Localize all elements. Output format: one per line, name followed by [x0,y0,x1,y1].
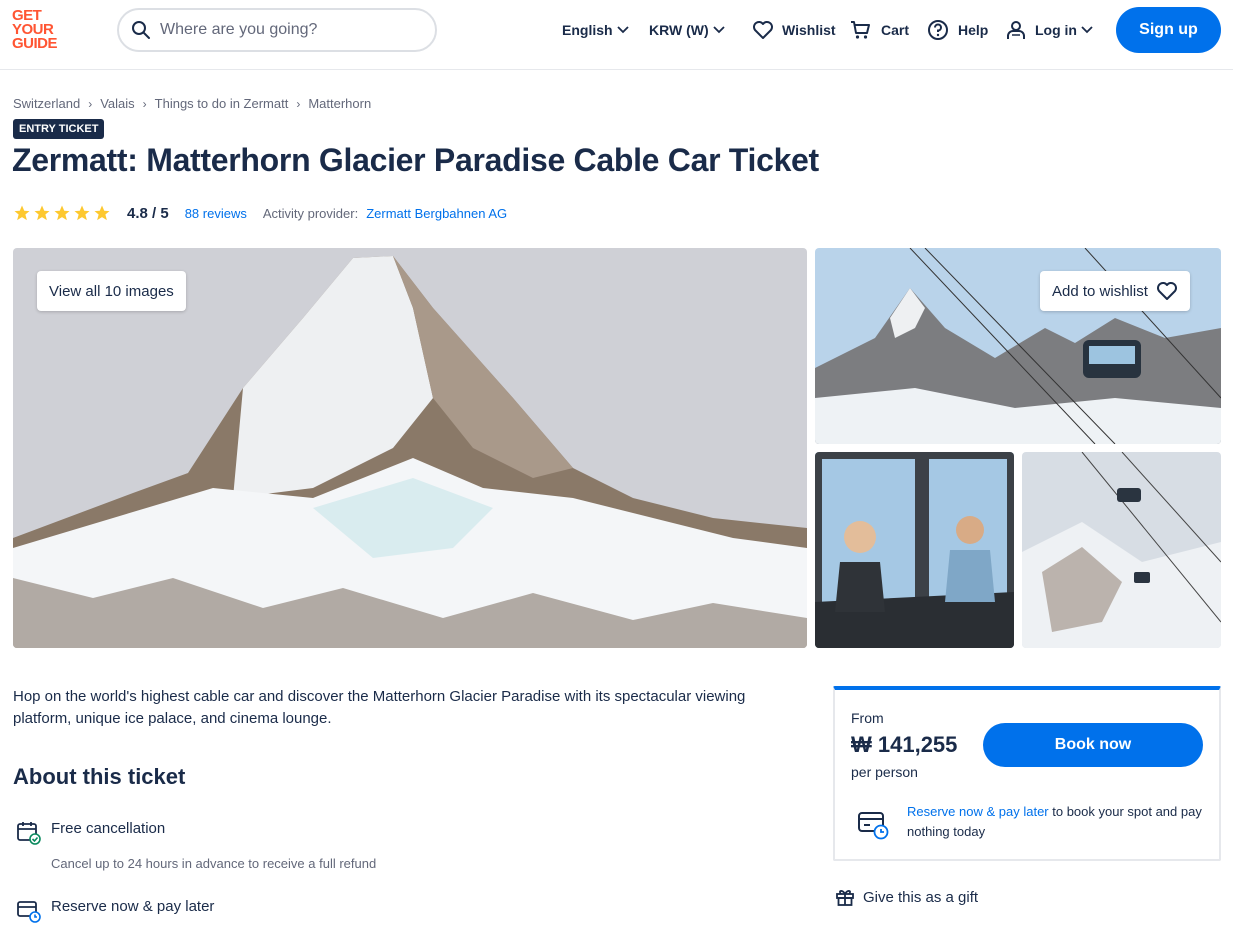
search-icon [132,21,150,39]
chevron-right-icon: › [296,96,301,111]
card-clock-icon [858,812,889,840]
price-per-label: per person [851,764,918,780]
page-title: Zermatt: Matterhorn Glacier Paradise Cab… [12,142,819,178]
give-as-gift-link[interactable]: Give this as a gift [835,887,978,907]
provider-label: Activity provider: [262,205,359,221]
star-icon [94,205,110,221]
breadcrumb: Switzerland › Valais › Things to do in Z… [13,96,371,111]
breadcrumb-item[interactable]: Valais [100,96,134,111]
cart-icon [851,21,870,39]
heart-icon [1156,282,1177,300]
chevron-down-icon [1081,26,1093,34]
image-couple-in-gondola[interactable] [815,452,1014,648]
reviews-link[interactable]: 88 reviews [185,206,247,221]
cart-link[interactable]: Cart [850,0,909,60]
top-header: GET YOUR GUIDE English KRW (W) Wishlist … [0,0,1233,70]
star-icon [14,205,30,221]
gift-icon [836,890,854,906]
card-clock-icon [17,901,41,923]
star-icon [34,205,50,221]
chevron-right-icon: › [88,96,93,111]
feature-reserve-now-pay-later: Reserve now & pay later [16,898,214,923]
reserve-pay-later-note: Reserve now & pay later to book your spo… [907,804,1202,839]
feature-free-cancellation: Free cancellation [16,820,165,845]
image-gondola-snowy-ridge[interactable] [1022,452,1221,648]
price-value: ₩ 141,255 [851,732,958,757]
feature-title: Free cancellation [51,820,166,837]
help-icon [928,20,948,40]
star-icon [74,205,90,221]
add-to-wishlist-button[interactable]: Add to wishlist [1040,271,1190,311]
star-icon [54,205,70,221]
entry-ticket-badge: ENTRY TICKET [13,119,105,139]
getyourguide-logo[interactable]: GET YOUR GUIDE [12,8,72,51]
view-all-images-button[interactable]: View all 10 images [37,271,186,311]
breadcrumb-item[interactable]: Things to do in Zermatt [155,96,289,111]
help-link[interactable]: Help [927,0,988,60]
price-from-label: From [851,710,884,726]
heart-icon [753,21,773,39]
about-section-title: About this ticket [13,764,186,789]
search-input[interactable] [160,21,400,39]
search-bar[interactable] [117,8,437,52]
user-icon [1007,21,1025,39]
login-menu[interactable]: Log in [1005,0,1093,60]
chevron-down-icon [616,26,629,34]
booking-panel: From ₩ 141,255 per person Book now Reser… [833,686,1221,861]
book-now-button[interactable]: Book now [983,723,1203,767]
rating-score: 4.8 / 5 [127,204,169,222]
signup-button[interactable]: Sign up [1116,7,1221,53]
breadcrumb-item[interactable]: Switzerland [13,96,80,111]
rating-row: 4.8 / 5 88 reviews Activity provider: Ze… [13,203,507,223]
star-rating [13,204,111,222]
feature-description: Cancel up to 24 hours in advance to rece… [51,856,377,871]
currency-selector[interactable]: KRW (W) [649,0,725,60]
feature-title: Reserve now & pay later [51,898,215,915]
reserve-pay-later-link[interactable]: Reserve now & pay later [907,804,1049,819]
provider-link[interactable]: Zermatt Bergbahnen AG [366,206,507,221]
activity-summary: Hop on the world's highest cable car and… [13,688,746,727]
breadcrumb-item[interactable]: Matterhorn [308,96,371,111]
wishlist-link[interactable]: Wishlist [752,0,836,60]
chevron-right-icon: › [142,96,147,111]
calendar-check-icon [17,822,41,845]
chevron-down-icon [712,26,725,34]
language-selector[interactable]: English [562,0,629,60]
